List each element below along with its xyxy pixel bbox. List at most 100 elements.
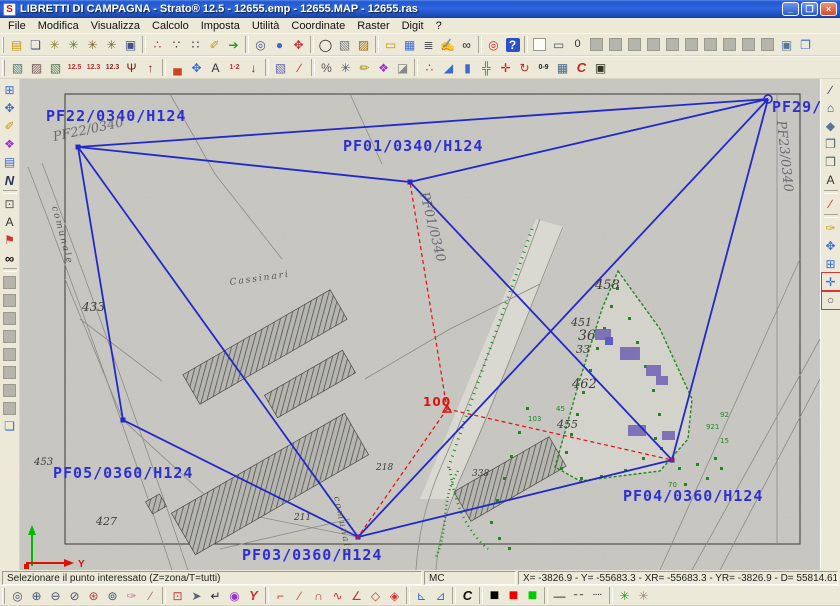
menu-file[interactable]: File: [2, 18, 32, 33]
zoom-selected-icon[interactable]: ⊛: [84, 586, 103, 605]
zoom-extents-icon[interactable]: ⊚: [103, 586, 122, 605]
image-tool-1-icon[interactable]: ▧: [335, 35, 354, 54]
angle-measure-1-icon[interactable]: ⊾: [412, 586, 431, 605]
line-dotted-icon[interactable]: ····: [588, 586, 607, 605]
station-marker-PF22[interactable]: [76, 145, 81, 150]
arrow-up-icon[interactable]: ↑: [141, 58, 160, 77]
floppy-dark-icon[interactable]: ▣: [591, 58, 610, 77]
snapshot-icon[interactable]: ▣: [777, 35, 796, 54]
station-tool-4-icon[interactable]: ✳: [102, 35, 121, 54]
zoom-in-icon[interactable]: ⊕: [27, 586, 46, 605]
table-icon[interactable]: ▦: [553, 58, 572, 77]
zoom-out-icon[interactable]: ⊖: [46, 586, 65, 605]
text-icon[interactable]: A: [822, 171, 840, 189]
station-tool-1-icon[interactable]: ✳: [45, 35, 64, 54]
polygon-filled-icon[interactable]: ◆: [822, 117, 840, 135]
raster-pan-icon[interactable]: ▧: [8, 58, 27, 77]
snap-circle-icon[interactable]: ○: [822, 291, 840, 309]
polygon-x-red-icon[interactable]: ◈: [385, 586, 404, 605]
polygon-red-icon[interactable]: ◇: [366, 586, 385, 605]
symbols-on-icon[interactable]: ✳: [615, 586, 634, 605]
circle-tool-icon[interactable]: ◯: [316, 35, 335, 54]
raster-open-icon[interactable]: ▧: [46, 58, 65, 77]
column-icon[interactable]: ▮: [458, 58, 477, 77]
curve-c-icon[interactable]: C: [572, 58, 591, 77]
annotation-icon[interactable]: ✍: [438, 35, 457, 54]
printer-icon[interactable]: ≣: [419, 35, 438, 54]
menu-calcolo[interactable]: Calcolo: [146, 18, 195, 33]
filter-icon[interactable]: Y: [244, 586, 263, 605]
digits-0-9-icon[interactable]: 0-9: [534, 58, 553, 77]
map-canvas[interactable]: Y 4334534274584513633462455338218211comu…: [20, 79, 820, 570]
pan-icon[interactable]: ✥: [1, 99, 19, 117]
scale-12-3-icon[interactable]: 12.3: [84, 58, 103, 77]
percent-icon[interactable]: %: [317, 58, 336, 77]
red-segment-icon[interactable]: ∕: [822, 195, 840, 213]
image-export-icon[interactable]: ▧: [271, 58, 290, 77]
menu-digit[interactable]: Digit: [396, 18, 430, 33]
grid-green-icon[interactable]: ╬: [477, 58, 496, 77]
mini-layers-icon[interactable]: ❏: [1, 417, 19, 435]
angle-red-icon[interactable]: ∠: [347, 586, 366, 605]
help-icon[interactable]: ?: [503, 35, 522, 54]
ref-grid-icon[interactable]: ⊞: [822, 255, 840, 273]
numbering-icon[interactable]: 1·2: [225, 58, 244, 77]
draw-pencil-icon[interactable]: ✐: [1, 117, 19, 135]
rotate-icon[interactable]: ↻: [515, 58, 534, 77]
snap-cross-icon[interactable]: ✛: [822, 273, 840, 291]
north-icon[interactable]: N: [1, 171, 19, 189]
minimize-button[interactable]: _: [782, 2, 799, 16]
arrow-down-icon[interactable]: ↓: [244, 58, 263, 77]
points-xyz-icon[interactable]: ∵: [167, 35, 186, 54]
scale-12-3b-icon[interactable]: 12.3: [103, 58, 122, 77]
layers-icon[interactable]: ❐: [796, 35, 815, 54]
notes-icon[interactable]: ▤: [1, 153, 19, 171]
copy-back-icon[interactable]: ❒: [822, 153, 840, 171]
toolbar-grip[interactable]: [2, 37, 4, 53]
palette-pencil-icon[interactable]: ❖: [374, 58, 393, 77]
menu-modifica[interactable]: Modifica: [32, 18, 85, 33]
binoculars-icon[interactable]: ∞: [1, 249, 19, 267]
angle-measure-2-icon[interactable]: ⊿: [431, 586, 450, 605]
menu-coordinate[interactable]: Coordinate: [285, 18, 351, 33]
menu-utilita[interactable]: Utilità: [246, 18, 286, 33]
redraw-brush-icon[interactable]: ✑: [122, 586, 141, 605]
toolbar-grip[interactable]: [2, 588, 5, 604]
export-icon[interactable]: ➔: [224, 35, 243, 54]
line-red-icon[interactable]: ∕: [290, 586, 309, 605]
select-raster-icon[interactable]: ⊡: [168, 586, 187, 605]
curve-c-icon[interactable]: C: [458, 586, 477, 605]
zoom-previous-icon[interactable]: ⊘: [65, 586, 84, 605]
symbols-off-icon[interactable]: ✳: [634, 586, 653, 605]
raster-close-icon[interactable]: ▨: [27, 58, 46, 77]
zoom-box-icon[interactable]: ⊞: [1, 81, 19, 99]
points-xy-icon[interactable]: ∴: [148, 35, 167, 54]
colored-balls-icon[interactable]: ∴: [420, 58, 439, 77]
stop-icon[interactable]: ◎: [484, 35, 503, 54]
new-document-icon[interactable]: ❏: [26, 35, 45, 54]
move-points-icon[interactable]: ✥: [187, 58, 206, 77]
save-icon[interactable]: ▣: [121, 35, 140, 54]
glasses-icon[interactable]: ∞: [457, 35, 476, 54]
copy-front-icon[interactable]: ❐: [822, 135, 840, 153]
enter-icon[interactable]: ↵: [206, 586, 225, 605]
move-blue-icon[interactable]: ✥: [822, 237, 840, 255]
scale-12-5-icon[interactable]: 12.5: [65, 58, 84, 77]
move-origin-icon[interactable]: ✥: [289, 35, 308, 54]
legend-icon[interactable]: ▄: [168, 58, 187, 77]
toolbar-grip[interactable]: [2, 60, 5, 76]
station-figure-icon[interactable]: Ψ: [122, 58, 141, 77]
star-move-icon[interactable]: ✳: [336, 58, 355, 77]
flag-icon[interactable]: ⚑: [1, 231, 19, 249]
menu-imposta[interactable]: Imposta: [195, 18, 246, 33]
menu-visualizza[interactable]: Visualizza: [85, 18, 146, 33]
battery-icon[interactable]: ▭: [549, 35, 568, 54]
pencil-arc-icon[interactable]: ✏: [355, 58, 374, 77]
pencil-icon[interactable]: ✐: [205, 35, 224, 54]
image-tool-2-icon[interactable]: ▨: [354, 35, 373, 54]
restore-button[interactable]: ❐: [801, 2, 818, 16]
menu-raster[interactable]: Raster: [351, 18, 395, 33]
select-box-icon[interactable]: ⊡: [1, 195, 19, 213]
points-edit-icon[interactable]: ∷: [186, 35, 205, 54]
text-box-icon[interactable]: A: [206, 58, 225, 77]
